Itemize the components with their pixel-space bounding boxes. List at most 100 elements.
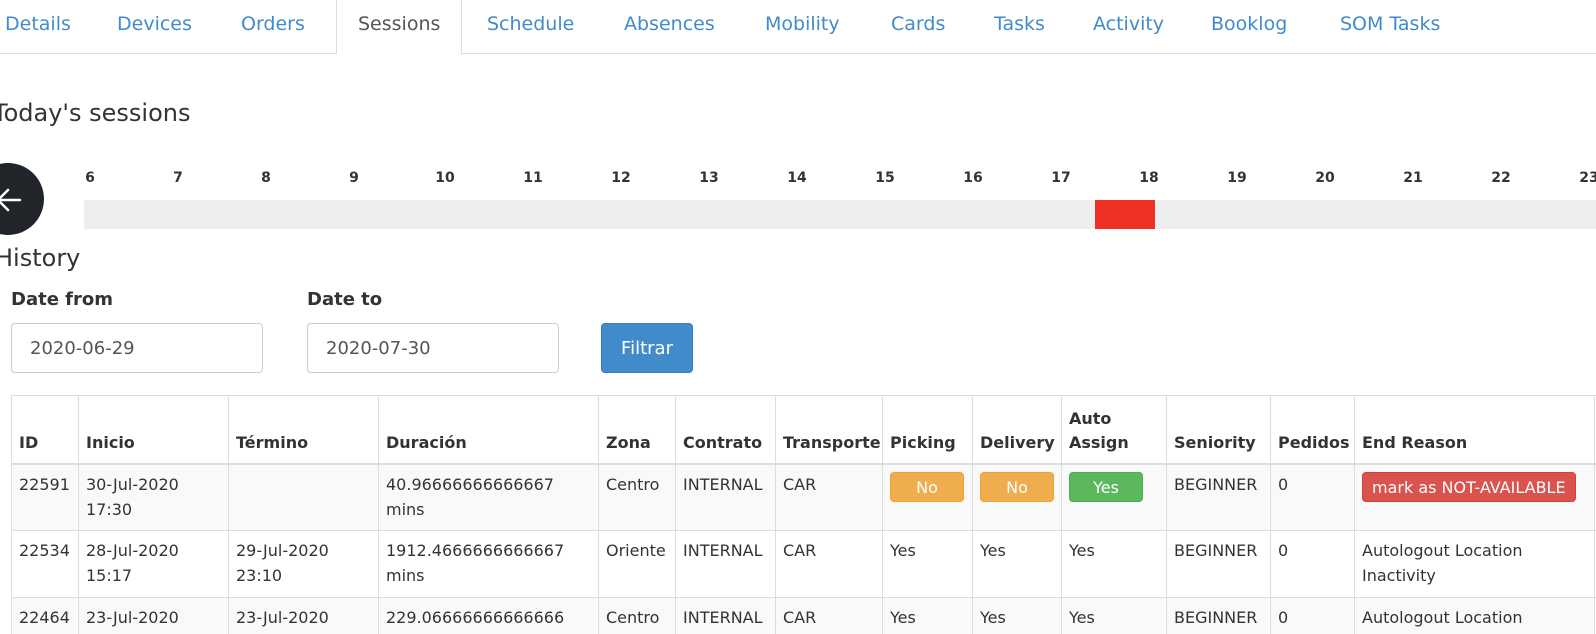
tab-absences[interactable]: Absences — [624, 0, 715, 54]
timeline-session-block[interactable] — [1095, 200, 1155, 229]
arrow-left-icon — [0, 188, 22, 212]
cell-inicio: 30-Jul-2020 17:30 — [78, 463, 229, 531]
timeline-hour-label: 7 — [173, 170, 183, 186]
column-header-end-reason: End Reason — [1354, 395, 1595, 465]
page: Details Devices Orders Sessions Schedule… — [0, 0, 1596, 634]
column-header-transporte: Transporte — [775, 395, 883, 465]
history-table: ID Inicio Término Duración Zona Contrato… — [11, 395, 1596, 634]
date-from-label: Date from — [11, 289, 113, 310]
tab-tasks[interactable]: Tasks — [994, 0, 1045, 54]
tab-details[interactable]: Details — [5, 0, 71, 54]
table-row: 22534 28-Jul-2020 15:17 29-Jul-2020 23:1… — [11, 530, 1596, 598]
tab-sessions[interactable]: Sessions — [336, 0, 463, 55]
history-table-container: ID Inicio Término Duración Zona Contrato… — [11, 395, 1596, 634]
column-header-termino: Término — [228, 395, 379, 465]
cell-delivery: No — [972, 463, 1062, 531]
column-header-contrato: Contrato — [675, 395, 776, 465]
auto-assign-yes-badge[interactable]: Yes — [1069, 471, 1143, 502]
timeline-hour-label: 20 — [1315, 170, 1335, 186]
table-row: 22591 30-Jul-2020 17:30 40.9666666666666… — [11, 463, 1596, 531]
history-title: History — [0, 244, 81, 272]
column-header-inicio: Inicio — [78, 395, 229, 465]
date-from-input[interactable] — [11, 323, 263, 373]
column-header-auto-assign-label: Auto Assign — [1069, 408, 1129, 452]
column-header-id: ID — [11, 395, 79, 465]
cell-zona: Oriente — [598, 530, 676, 598]
cell-id: 22534 — [11, 530, 79, 598]
timeline-hour-label: 13 — [699, 170, 719, 186]
cell-inicio: 23-Jul-2020 16:50 — [78, 597, 229, 634]
column-header-delivery: Delivery — [972, 395, 1062, 465]
cell-seniority: BEGINNER — [1166, 597, 1271, 634]
cell-auto-assign: Yes — [1061, 463, 1167, 531]
cell-delivery: Yes — [972, 530, 1062, 598]
cell-transporte: CAR — [775, 597, 883, 634]
column-header-auto-assign: Auto Assign — [1061, 395, 1167, 465]
cell-pedidos: 0 — [1270, 530, 1355, 598]
tab-mobility[interactable]: Mobility — [765, 0, 840, 54]
tab-bar: Details Devices Orders Sessions Schedule… — [0, 0, 1596, 55]
cell-end-reason: Autologout Location Inactivity — [1354, 597, 1595, 634]
tab-devices[interactable]: Devices — [117, 0, 192, 54]
timeline-bar — [84, 200, 1596, 229]
timeline-hour-label: 16 — [963, 170, 983, 186]
cell-auto-assign: Yes — [1061, 597, 1167, 634]
table-header-row: ID Inicio Término Duración Zona Contrato… — [11, 395, 1596, 465]
cell-id: 22464 — [11, 597, 79, 634]
back-button[interactable] — [0, 163, 44, 235]
cell-zona: Centro — [598, 463, 676, 531]
tab-som-tasks[interactable]: SOM Tasks — [1340, 0, 1440, 54]
timeline-hour-label: 18 — [1139, 170, 1159, 186]
cell-id: 22591 — [11, 463, 79, 531]
timeline-hour-label: 23 — [1579, 170, 1596, 186]
timeline-hour-label: 12 — [611, 170, 631, 186]
cell-contrato: INTERNAL — [675, 530, 776, 598]
mark-not-available-button[interactable]: mark as NOT-AVAILABLE — [1362, 471, 1576, 502]
cell-duracion: 229.06666666666666 mins — [378, 597, 599, 634]
timeline-hour-label: 17 — [1051, 170, 1071, 186]
timeline-hour-label: 8 — [261, 170, 271, 186]
column-header-picking: Picking — [882, 395, 973, 465]
cell-pedidos: 0 — [1270, 597, 1355, 634]
tab-orders[interactable]: Orders — [241, 0, 305, 54]
column-header-pedidos: Pedidos — [1270, 395, 1355, 465]
cell-picking: Yes — [882, 597, 973, 634]
cell-auto-assign: Yes — [1061, 530, 1167, 598]
cell-end-reason: Autologout Location Inactivity — [1354, 530, 1595, 598]
cell-zona: Centro — [598, 597, 676, 634]
timeline-hour-label: 6 — [85, 170, 95, 186]
tab-activity[interactable]: Activity — [1093, 0, 1164, 54]
cell-pedidos: 0 — [1270, 463, 1355, 531]
table-row: 22464 23-Jul-2020 16:50 23-Jul-2020 17:1… — [11, 597, 1596, 634]
cell-duracion: 40.96666666666667 mins — [378, 463, 599, 531]
timeline-hour-label: 10 — [435, 170, 455, 186]
picking-no-badge[interactable]: No — [890, 471, 964, 502]
todays-sessions-title: Today's sessions — [0, 99, 191, 127]
tab-cards[interactable]: Cards — [891, 0, 945, 54]
cell-contrato: INTERNAL — [675, 597, 776, 634]
cell-seniority: BEGINNER — [1166, 530, 1271, 598]
cell-end-reason: mark as NOT-AVAILABLE — [1354, 463, 1595, 531]
cell-termino: 23-Jul-2020 17:10 — [228, 597, 379, 634]
cell-transporte: CAR — [775, 463, 883, 531]
cell-picking: Yes — [882, 530, 973, 598]
timeline-hour-label: 9 — [349, 170, 359, 186]
column-header-duracion: Duración — [378, 395, 599, 465]
cell-seniority: BEGINNER — [1166, 463, 1271, 531]
cell-termino: 29-Jul-2020 23:10 — [228, 530, 379, 598]
timeline-hour-label: 22 — [1491, 170, 1511, 186]
filter-button[interactable]: Filtrar — [601, 323, 693, 373]
date-to-label: Date to — [307, 289, 383, 310]
cell-duracion: 1912.4666666666667 mins — [378, 530, 599, 598]
column-header-zona: Zona — [598, 395, 676, 465]
date-to-input[interactable] — [307, 323, 559, 373]
timeline-hour-label: 19 — [1227, 170, 1247, 186]
tab-booklog[interactable]: Booklog — [1211, 0, 1287, 54]
timeline-hour-label: 15 — [875, 170, 895, 186]
timeline-hour-label: 14 — [787, 170, 807, 186]
column-header-seniority: Seniority — [1166, 395, 1271, 465]
timeline-hour-label: 21 — [1403, 170, 1423, 186]
delivery-no-badge[interactable]: No — [980, 471, 1054, 502]
cell-transporte: CAR — [775, 530, 883, 598]
tab-schedule[interactable]: Schedule — [487, 0, 574, 54]
